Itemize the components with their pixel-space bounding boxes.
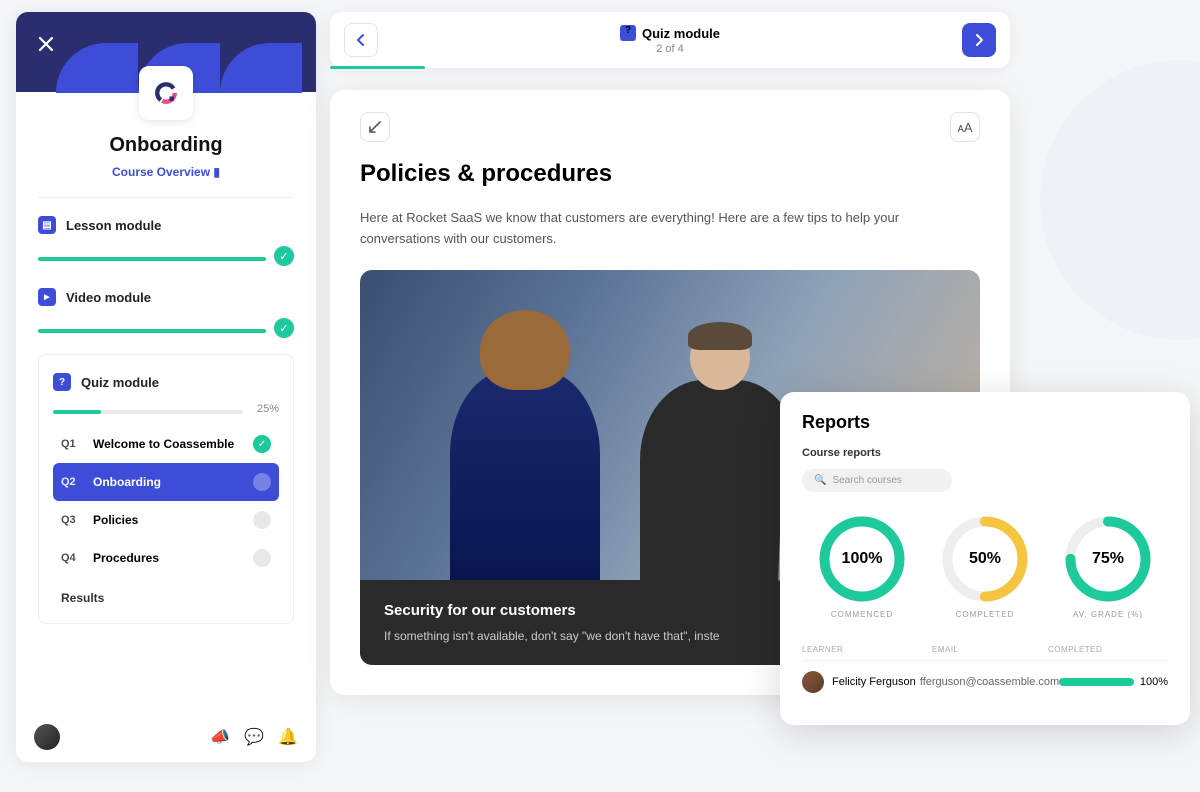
quiz-number: Q3 [61, 514, 83, 526]
check-icon: ✓ [274, 246, 294, 266]
donut-label: AV. GRADE (%) [1048, 610, 1168, 619]
sidebar-module-lesson[interactable]: ▤ Lesson module ✓ [38, 210, 294, 266]
quiz-items: Q1 Welcome to Coassemble ✓ Q2 Onboarding… [53, 425, 279, 577]
course-sidebar: Onboarding Course Overview ▮ ▤ Lesson mo… [16, 12, 316, 762]
progress-bar [38, 329, 266, 333]
user-avatar[interactable] [34, 724, 60, 750]
sidebar-module-quiz: ? Quiz module 25% Q1 Welcome to Coassemb… [38, 354, 294, 624]
learner-email: fferguson@coassemble.com [920, 676, 1059, 688]
question-icon: ? [620, 25, 636, 41]
lesson-icon: ▤ [38, 216, 56, 234]
quiz-results-link[interactable]: Results [53, 577, 279, 613]
search-input[interactable]: 🔍 Search courses [802, 469, 952, 492]
topbar: ? Quiz module 2 of 4 [330, 12, 1010, 68]
donut-commenced: 100% COMMENCED [802, 514, 922, 619]
topbar-progress [330, 66, 1010, 69]
quiz-module-header[interactable]: ? Quiz module [53, 367, 279, 397]
course-overview-link[interactable]: Course Overview ▮ [16, 165, 316, 179]
reports-subtitle: Course reports [802, 447, 1168, 459]
learner-name: Felicity Ferguson [832, 676, 916, 688]
quiz-item-q2[interactable]: Q2 Onboarding [53, 463, 279, 501]
donut-row: 100% COMMENCED 50% COMPLETED 75% AV. GRA… [802, 514, 1168, 619]
donut-completed: 50% COMPLETED [925, 514, 1045, 619]
quiz-label: Onboarding [93, 475, 243, 489]
back-button[interactable] [344, 23, 378, 57]
progress-percent: 25% [251, 403, 279, 415]
progress-percent: 100% [1140, 676, 1168, 688]
brand-logo [139, 66, 193, 120]
status-dot [253, 473, 271, 491]
next-button[interactable] [962, 23, 996, 57]
topbar-title: Quiz module [642, 26, 720, 41]
module-label: Quiz module [81, 375, 159, 390]
donut-value: 100% [842, 550, 883, 568]
content-title: Policies & procedures [360, 160, 980, 188]
progress-bar [38, 257, 266, 261]
quiz-label: Procedures [93, 551, 243, 565]
donut-value: 50% [969, 550, 1001, 568]
status-dot [253, 549, 271, 567]
reports-title: Reports [802, 412, 1168, 433]
course-overview-label: Course Overview [112, 165, 210, 179]
text-size-button[interactable]: ᴀA [950, 112, 980, 142]
donut-label: COMPLETED [925, 610, 1045, 619]
quiz-label: Policies [93, 513, 243, 527]
sidebar-header [16, 12, 316, 92]
sidebar-module-video[interactable]: ► Video module ✓ [38, 282, 294, 338]
col-learner: LEARNER [802, 645, 932, 654]
col-email: EMAIL [932, 645, 1048, 654]
quiz-item-q3[interactable]: Q3 Policies [53, 501, 279, 539]
search-placeholder: Search courses [832, 475, 901, 486]
table-header: LEARNER EMAIL COMPLETED [802, 639, 1168, 661]
sidebar-footer: 📣 💬 🔔 [16, 712, 316, 762]
table-row[interactable]: Felicity Ferguson fferguson@coassemble.c… [802, 661, 1168, 703]
reports-panel: Reports Course reports 🔍 Search courses … [780, 392, 1190, 725]
progress-bar [53, 410, 243, 414]
question-icon: ? [53, 373, 71, 391]
col-completed: COMPLETED [1048, 645, 1168, 654]
course-title: Onboarding [16, 134, 316, 157]
check-icon: ✓ [274, 318, 294, 338]
content-body: Here at Rocket SaaS we know that custome… [360, 208, 980, 250]
chat-icon[interactable]: 💬 [244, 727, 264, 747]
module-list: ▤ Lesson module ✓ ► Video module ✓ ? Qu [16, 198, 316, 624]
donut-avgrade: 75% AV. GRADE (%) [1048, 514, 1168, 619]
donut-value: 75% [1092, 550, 1124, 568]
quiz-item-q4[interactable]: Q4 Procedures [53, 539, 279, 577]
bookmark-icon: ▮ [213, 165, 220, 179]
background-decoration [1040, 60, 1200, 340]
donut-label: COMMENCED [802, 610, 922, 619]
quiz-number: Q4 [61, 552, 83, 564]
progress-bar [1059, 678, 1134, 686]
quiz-number: Q1 [61, 438, 83, 450]
search-icon: 🔍 [814, 475, 826, 486]
play-icon: ► [38, 288, 56, 306]
megaphone-icon[interactable]: 📣 [210, 727, 230, 747]
topbar-center: ? Quiz module 2 of 4 [620, 25, 720, 55]
learner-avatar [802, 671, 824, 693]
quiz-label: Welcome to Coassemble [93, 437, 243, 451]
check-icon: ✓ [253, 435, 271, 453]
status-dot [253, 511, 271, 529]
quiz-number: Q2 [61, 476, 83, 488]
module-label: Video module [66, 290, 151, 305]
module-label: Lesson module [66, 218, 161, 233]
topbar-subtitle: 2 of 4 [620, 43, 720, 55]
expand-button[interactable] [360, 112, 390, 142]
quiz-item-q1[interactable]: Q1 Welcome to Coassemble ✓ [53, 425, 279, 463]
bell-icon[interactable]: 🔔 [278, 727, 298, 747]
